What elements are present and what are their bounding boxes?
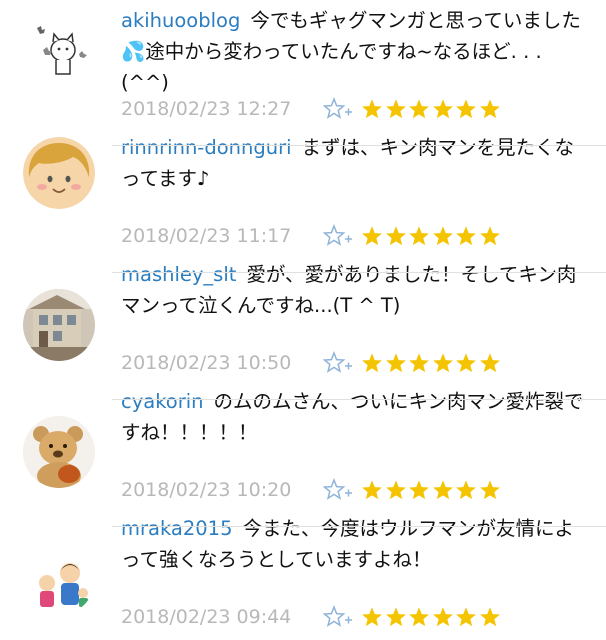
add-star-icon[interactable] — [323, 605, 353, 629]
teddy-bear-icon — [23, 416, 95, 488]
avatar[interactable] — [23, 10, 95, 82]
add-star-icon[interactable] — [323, 478, 353, 502]
star-icon — [385, 353, 406, 373]
star-icon — [432, 480, 453, 500]
star-rating — [361, 225, 502, 247]
star-icon — [385, 226, 406, 246]
star-icon — [385, 480, 406, 500]
divider — [112, 526, 606, 527]
comment-body: cyakorin のムのムさん、ついにキン肉マン愛炸裂ですね！！！！！ — [121, 386, 591, 448]
avatar[interactable] — [23, 416, 95, 488]
comment-body: akihuooblog 今でもギャグマンガと思っていました💦途中から変わっていたん… — [121, 5, 591, 98]
divider — [112, 272, 606, 273]
star-icon — [456, 607, 476, 627]
family-cartoon-icon — [23, 543, 95, 615]
star-icon — [479, 607, 500, 627]
star-icon — [479, 480, 500, 500]
star-icon — [362, 99, 382, 119]
star-icon — [456, 353, 476, 373]
star-icon — [456, 480, 476, 500]
star-icon — [362, 480, 382, 500]
comment-item: cyakorin のムのムさん、ついにキン肉マン愛炸裂ですね！！！！！ 2018/… — [0, 381, 606, 508]
add-star-icon[interactable] — [323, 97, 353, 121]
star-icon — [432, 99, 453, 119]
star-icon — [409, 353, 429, 373]
star-icon — [409, 607, 429, 627]
timestamp: 2018/02/23 10:50 — [121, 352, 292, 374]
star-icon — [362, 607, 382, 627]
comment-list: akihuooblog 今でもギャグマンガと思っていました💦途中から変わっていたん… — [0, 0, 606, 640]
star-icon — [362, 353, 382, 373]
star-icon — [432, 353, 453, 373]
timestamp: 2018/02/23 09:44 — [121, 606, 292, 628]
house-photo-icon — [23, 289, 95, 361]
comment-item: akihuooblog 今でもギャグマンガと思っていました💦途中から変わっていたん… — [0, 0, 606, 127]
star-icon — [432, 226, 453, 246]
star-rating — [361, 479, 502, 501]
star-rating — [361, 98, 502, 120]
star-icon — [456, 99, 476, 119]
username-link[interactable]: akihuooblog — [121, 9, 240, 32]
star-icon — [456, 226, 476, 246]
comment-meta: 2018/02/23 12:27 — [121, 94, 502, 124]
star-icon — [409, 480, 429, 500]
star-icon — [432, 607, 453, 627]
comment-body: mashley_slt 愛が、愛がありました！そしてキン肉マンって泣くんですね..… — [121, 259, 591, 321]
comment-meta: 2018/02/23 10:50 — [121, 348, 502, 378]
add-star-icon[interactable] — [323, 224, 353, 248]
star-icon — [385, 99, 406, 119]
star-icon — [409, 226, 429, 246]
smiley-face-icon — [23, 137, 95, 209]
avatar[interactable] — [23, 543, 95, 615]
username-link[interactable]: cyakorin — [121, 390, 204, 413]
divider — [112, 145, 606, 146]
timestamp: 2018/02/23 11:17 — [121, 225, 292, 247]
username-link[interactable]: rinnrinn-donnguri — [121, 136, 292, 159]
star-rating — [361, 606, 502, 628]
comment-body: rinnrinn-donnguri まずは、キン肉マンを見たくなってます♪ — [121, 132, 591, 194]
comment-item: mashley_slt 愛が、愛がありました！そしてキン肉マンって泣くんですね..… — [0, 254, 606, 381]
star-icon — [479, 226, 500, 246]
star-icon — [362, 226, 382, 246]
star-icon — [409, 99, 429, 119]
cat-cartoon-icon — [23, 10, 95, 82]
star-icon — [479, 353, 500, 373]
comment-meta: 2018/02/23 11:17 — [121, 221, 502, 251]
comment-body: mraka2015 今また、今度はウルフマンが友情によって強くなろうとしていますよ… — [121, 513, 591, 575]
avatar[interactable] — [23, 289, 95, 361]
timestamp: 2018/02/23 12:27 — [121, 98, 292, 120]
timestamp: 2018/02/23 10:20 — [121, 479, 292, 501]
comment-item: mraka2015 今また、今度はウルフマンが友情によって強くなろうとしていますよ… — [0, 508, 606, 635]
divider — [112, 399, 606, 400]
star-rating — [361, 352, 502, 374]
comment-meta: 2018/02/23 09:44 — [121, 602, 502, 632]
star-icon — [479, 99, 500, 119]
comment-meta: 2018/02/23 10:20 — [121, 475, 502, 505]
avatar[interactable] — [23, 137, 95, 209]
username-link[interactable]: mashley_slt — [121, 263, 236, 286]
add-star-icon[interactable] — [323, 351, 353, 375]
username-link[interactable]: mraka2015 — [121, 517, 233, 540]
star-icon — [385, 607, 406, 627]
comment-item: rinnrinn-donnguri まずは、キン肉マンを見たくなってます♪ 201… — [0, 127, 606, 254]
